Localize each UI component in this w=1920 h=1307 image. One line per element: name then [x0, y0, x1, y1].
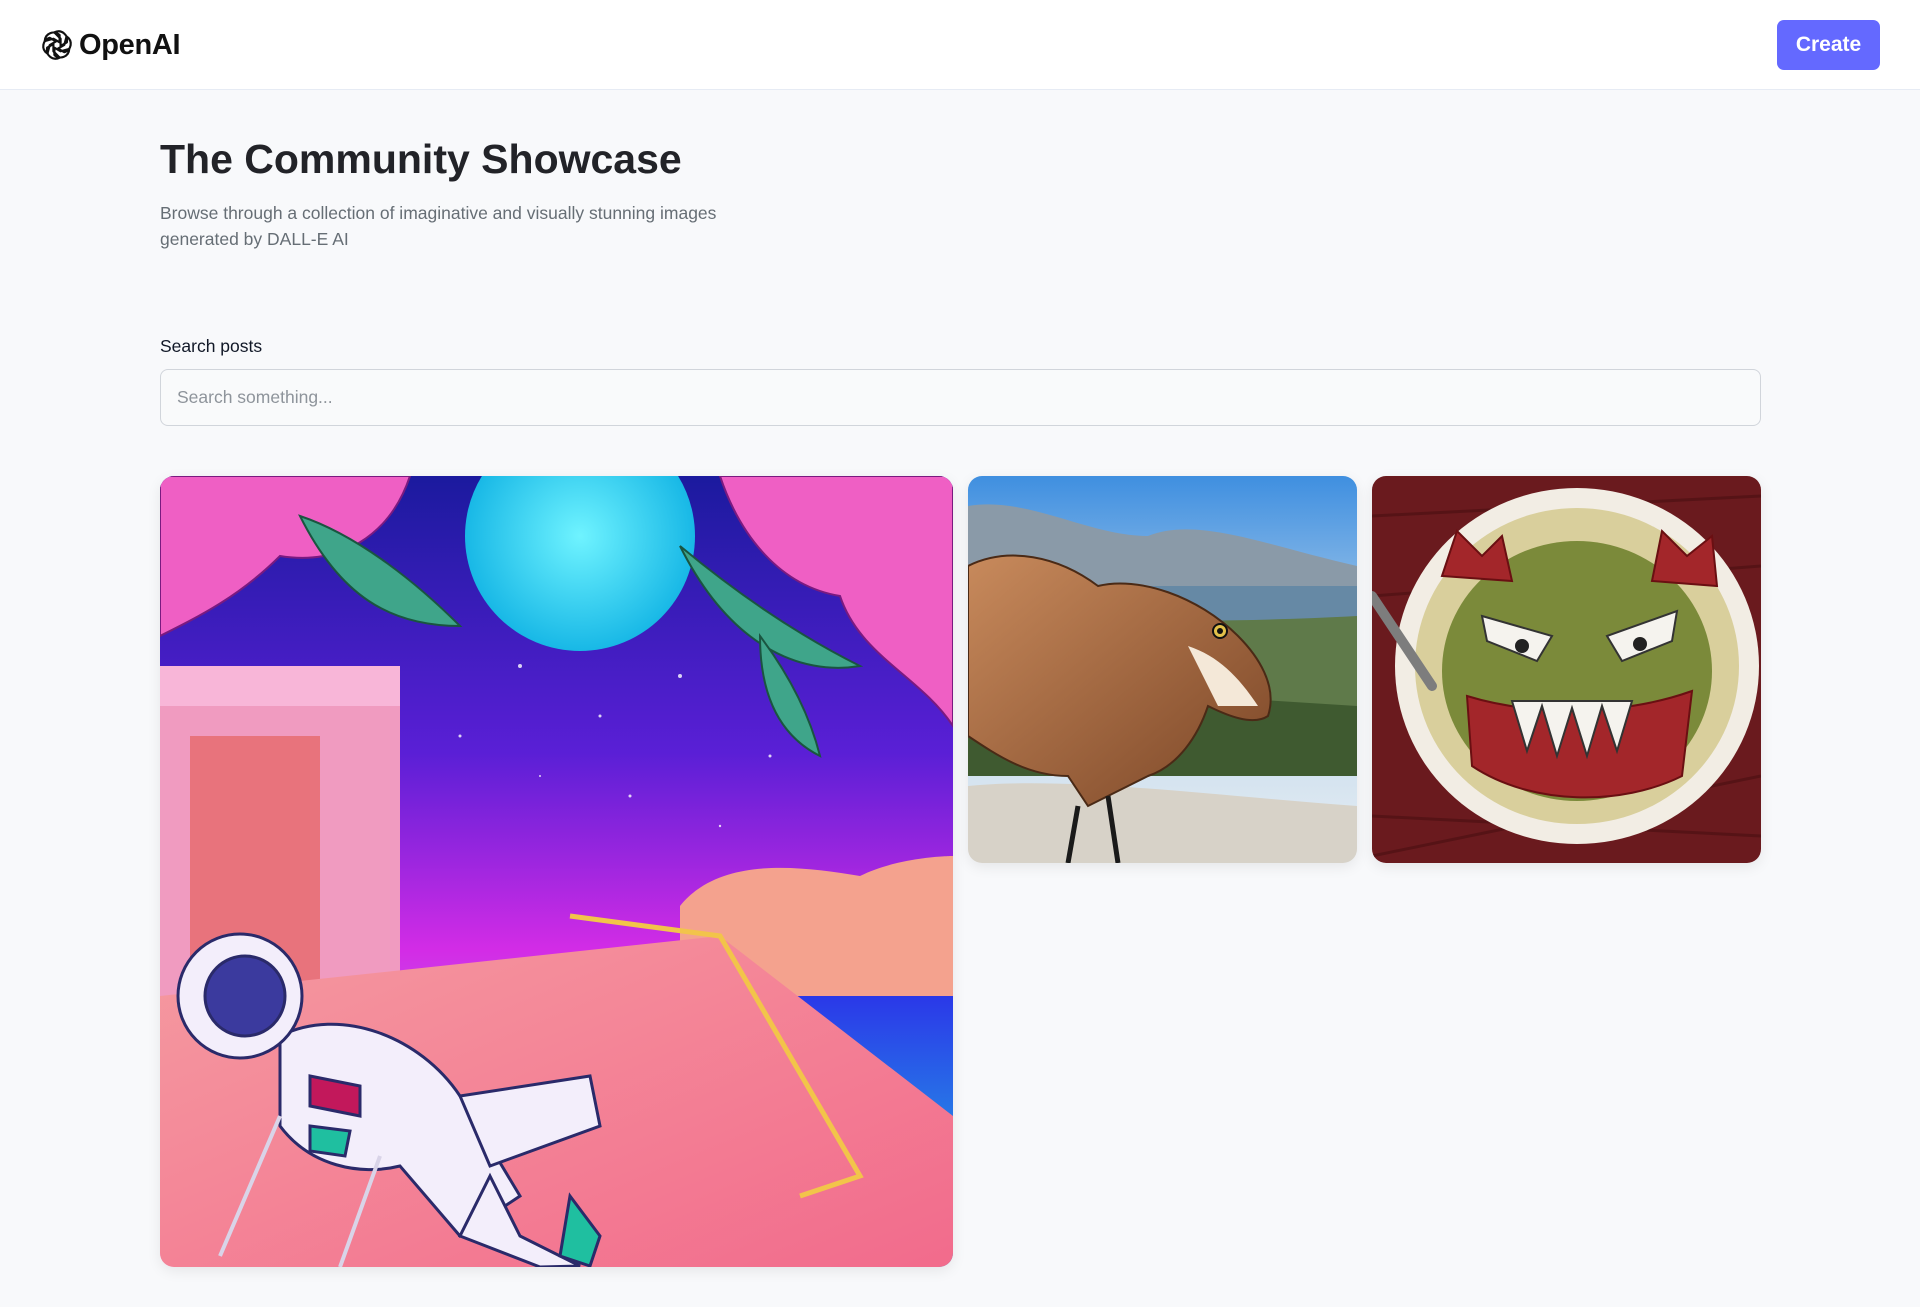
gallery-card-astronaut[interactable]	[160, 476, 953, 1267]
gallery-card-soup-monster[interactable]	[1372, 476, 1761, 863]
gallery-card-dinosaur[interactable]	[968, 476, 1357, 863]
logo-text: OpenAI	[79, 28, 181, 61]
create-button[interactable]: Create	[1777, 20, 1880, 70]
openai-logo-icon	[42, 30, 72, 60]
soup-monster-image	[1372, 476, 1761, 863]
dinosaur-image	[968, 476, 1357, 863]
astronaut-image	[160, 476, 953, 1267]
page-title: The Community Showcase	[160, 136, 682, 182]
search-label: Search posts	[160, 336, 263, 356]
search-input[interactable]	[160, 369, 1761, 426]
openai-logo-link[interactable]: OpenAI	[39, 27, 181, 63]
top-navbar: OpenAI Create	[0, 0, 1920, 90]
page-subtitle: Browse through a collection of imaginati…	[160, 203, 717, 249]
